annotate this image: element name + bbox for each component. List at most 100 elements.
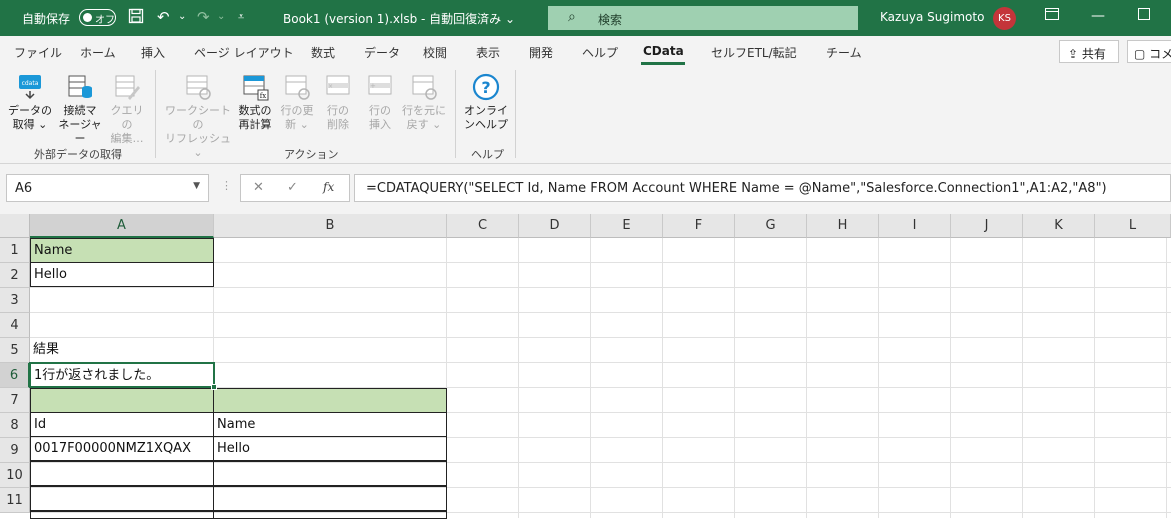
update-row-button[interactable]: 行の更 新 ⌄	[279, 72, 315, 132]
cell-a1[interactable]: Name	[30, 238, 214, 263]
tab-file[interactable]: ファイル	[14, 44, 62, 61]
recalc-formula-button[interactable]: fx 数式の 再計算	[234, 72, 276, 132]
revert-row-button[interactable]: 行を元に 戻す ⌄	[401, 72, 447, 132]
cell-b10[interactable]	[213, 461, 447, 486]
name-box[interactable]: A6 ▼	[6, 174, 209, 202]
get-data-button[interactable]: cdata データの 取得 ⌄	[8, 72, 52, 132]
revert-row-label-1: 行を元に	[402, 104, 446, 117]
row-header-6[interactable]: 6	[0, 363, 30, 388]
revert-row-label-2: 戻す ⌄	[406, 118, 442, 131]
cell-a10[interactable]	[30, 461, 214, 486]
gridline	[734, 238, 735, 518]
svg-text:×: ×	[328, 83, 333, 90]
group-label-action: アクション	[284, 148, 339, 161]
fill-handle[interactable]	[211, 384, 217, 390]
cell-b11[interactable]	[213, 486, 447, 511]
connection-manager-button[interactable]: 接続マ ネージャー	[56, 72, 104, 146]
search-icon: ⌕	[568, 9, 576, 25]
cell-a9[interactable]: 0017F00000NMZ1XQAX	[30, 436, 214, 461]
user-name[interactable]: Kazuya Sugimoto	[880, 10, 984, 24]
cell-a8[interactable]: Id	[30, 412, 214, 437]
ribbon-display-icon[interactable]	[1045, 8, 1059, 24]
query-edit-icon	[115, 75, 140, 100]
column-header-f[interactable]: F	[663, 214, 735, 238]
tab-developer[interactable]: 開発	[529, 44, 553, 61]
column-header-g[interactable]: G	[735, 214, 807, 238]
save-icon[interactable]	[128, 8, 144, 28]
tab-review[interactable]: 校閲	[423, 44, 447, 61]
cell-a2[interactable]: Hello	[30, 262, 214, 287]
row-header-10[interactable]: 10	[0, 463, 30, 488]
row-header-7[interactable]: 7	[0, 388, 30, 413]
column-header-l[interactable]: L	[1095, 214, 1171, 238]
gridline	[950, 238, 951, 518]
recalc-formula-label-2: 再計算	[238, 118, 272, 131]
delete-row-button[interactable]: × 行の 削除	[320, 72, 356, 132]
row-header-1[interactable]: 1	[0, 238, 30, 263]
search-placeholder: 検索	[598, 13, 623, 27]
document-title: Book1 (version 1).xlsb - 自動回復済み ⌄	[283, 12, 516, 26]
row-header-8[interactable]: 8	[0, 413, 30, 438]
gridline	[1022, 238, 1023, 518]
tab-view[interactable]: 表示	[476, 44, 500, 61]
row-header-3[interactable]: 3	[0, 288, 30, 313]
column-header-i[interactable]: I	[879, 214, 951, 238]
column-header-j[interactable]: J	[951, 214, 1023, 238]
row-header-11[interactable]: 11	[0, 488, 30, 513]
share-icon: ⇪	[1068, 47, 1079, 61]
tab-insert[interactable]: 挿入	[141, 44, 165, 61]
redo-dropdown-icon[interactable]: ⌄	[217, 8, 225, 26]
formula-bar-handle-icon[interactable]: ⋮	[221, 179, 232, 192]
row-header-5[interactable]: 5	[0, 338, 30, 363]
minimize-icon[interactable]: —	[1091, 8, 1105, 24]
check-icon[interactable]: ✓	[287, 180, 298, 195]
customize-toolbar-icon[interactable]: ⩡	[238, 8, 244, 26]
column-header-c[interactable]: C	[447, 214, 519, 238]
redo-icon[interactable]: ↷	[197, 8, 210, 26]
connection-manager-label-2: ネージャー	[58, 118, 102, 145]
chevron-down-icon[interactable]: ▼	[193, 181, 200, 191]
tab-team[interactable]: チーム	[826, 44, 862, 61]
share-button[interactable]: ⇪ 共有	[1059, 40, 1119, 63]
cell-a5[interactable]: 結果	[30, 338, 214, 363]
column-header-k[interactable]: K	[1023, 214, 1095, 238]
cell-a7[interactable]	[30, 388, 214, 413]
insert-row-icon: +	[368, 75, 392, 95]
cell-b9[interactable]: Hello	[213, 436, 447, 461]
query-edit-button[interactable]: クエリの 編集…	[106, 72, 148, 146]
online-help-button[interactable]: ? オンライ ンヘルプ	[463, 72, 509, 132]
tab-home[interactable]: ホーム	[80, 44, 116, 61]
autosave-toggle[interactable]: オフ	[79, 9, 116, 26]
maximize-icon[interactable]	[1138, 8, 1150, 24]
column-header-d[interactable]: D	[519, 214, 591, 238]
insert-function-icon[interactable]: fx	[323, 180, 334, 194]
column-header-e[interactable]: E	[591, 214, 663, 238]
cell-b7[interactable]	[213, 388, 447, 413]
cell-a6-active[interactable]: 1行が返されました。	[29, 362, 215, 388]
cancel-icon[interactable]: ✕	[253, 180, 264, 195]
tab-formulas[interactable]: 数式	[311, 44, 335, 61]
row-header-4[interactable]: 4	[0, 313, 30, 338]
select-all-corner[interactable]	[0, 214, 30, 238]
comment-button[interactable]: ▢ コメ	[1127, 40, 1171, 63]
row-header-9[interactable]: 9	[0, 438, 30, 463]
undo-icon[interactable]: ↶	[157, 8, 170, 26]
tab-data[interactable]: データ	[364, 44, 400, 61]
avatar[interactable]: KS	[993, 7, 1016, 30]
cell-b8[interactable]: Name	[213, 412, 447, 437]
formula-input[interactable]: =CDATAQUERY("SELECT Id, Name FROM Accoun…	[354, 174, 1171, 202]
column-header-b[interactable]: B	[214, 214, 447, 238]
insert-row-button[interactable]: + 行の 挿入	[362, 72, 398, 132]
row-header-2[interactable]: 2	[0, 263, 30, 288]
cell-a11[interactable]	[30, 486, 214, 511]
tab-page-layout[interactable]: ページ レイアウト	[194, 44, 294, 61]
gridline	[1166, 238, 1167, 518]
column-header-h[interactable]: H	[807, 214, 879, 238]
undo-dropdown-icon[interactable]: ⌄	[178, 8, 186, 26]
column-header-a[interactable]: A	[30, 214, 214, 238]
tab-cdata[interactable]: CData	[643, 44, 684, 58]
worksheet-refresh-button[interactable]: ワークシートの リフレッシュ ⌄	[162, 72, 234, 160]
tab-help[interactable]: ヘルプ	[582, 44, 618, 61]
search-box[interactable]: ⌕ 検索	[548, 6, 858, 30]
tab-self-etl[interactable]: セルフETL/転記	[711, 44, 797, 61]
